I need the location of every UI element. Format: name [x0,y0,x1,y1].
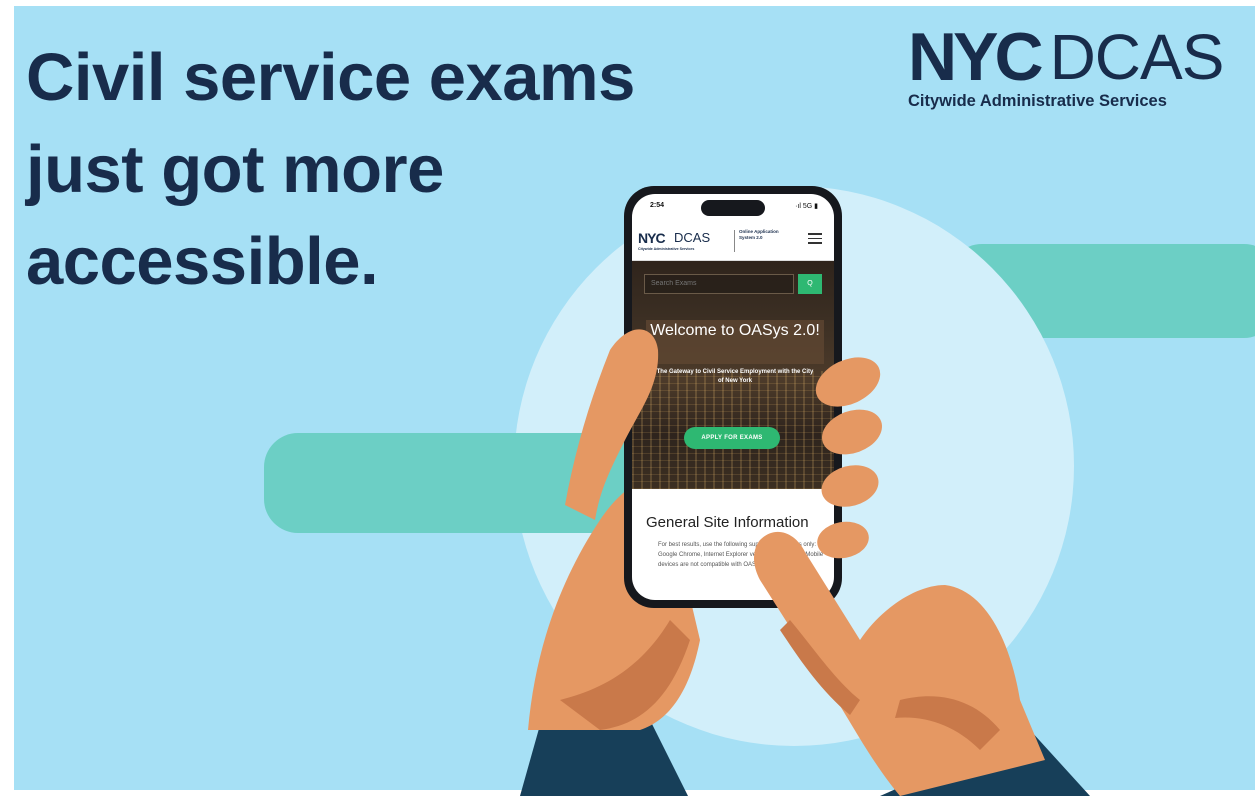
hands-illustration-front [565,329,1090,796]
left-finger-3 [821,465,879,507]
right-hand [754,531,1045,796]
left-thumb [565,329,659,520]
left-finger-2 [821,409,883,455]
left-finger-1 [815,357,881,407]
promo-canvas: Civil service exams just got more access… [0,0,1255,796]
left-finger-4 [817,521,869,559]
